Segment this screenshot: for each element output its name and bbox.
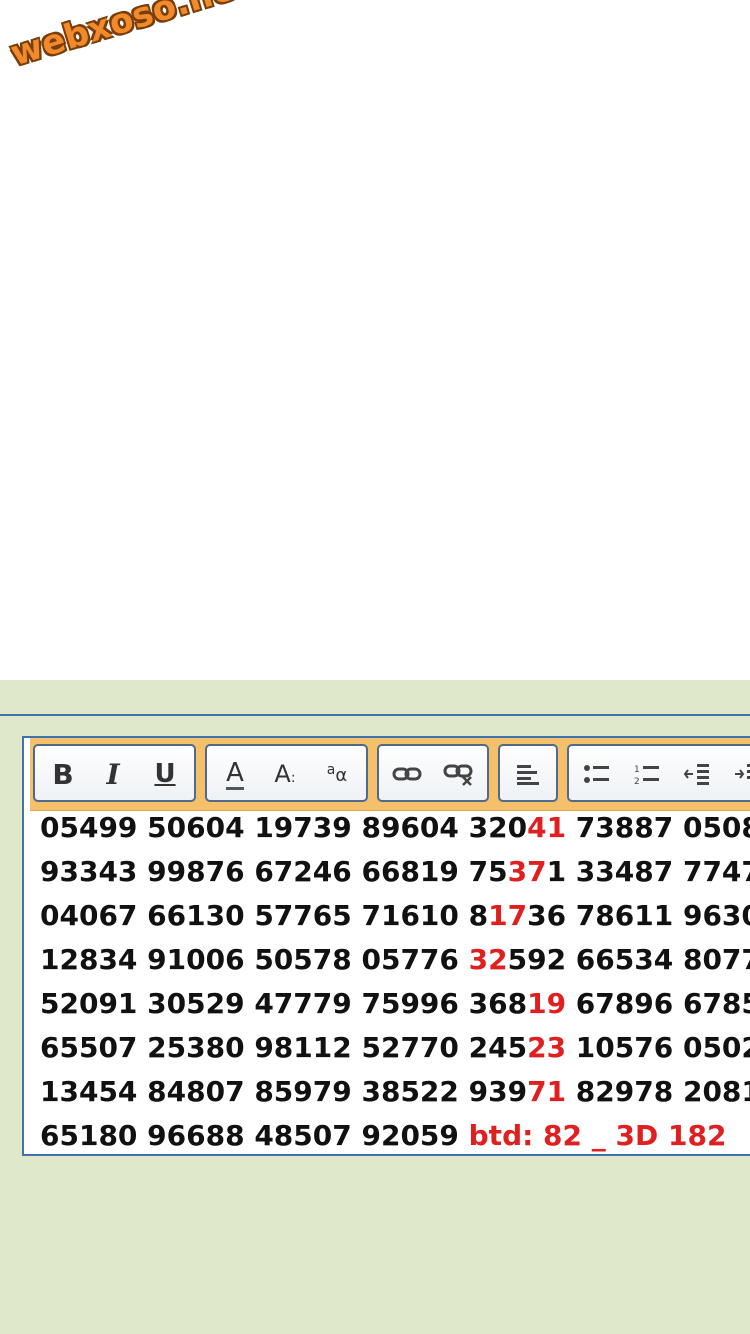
align-left-icon[interactable] — [508, 754, 548, 794]
canvas-area — [0, 0, 750, 680]
remove-format-icon[interactable]: aα — [317, 754, 357, 794]
svg-text:2: 2 — [634, 777, 640, 786]
number-line: 52091 30529 47779 75996 36819 67896 6785… — [40, 987, 750, 1020]
numbered-list-icon[interactable]: 1 2 — [627, 754, 667, 794]
editor-content[interactable]: 05499 50604 19739 89604 32041 73887 0508… — [40, 806, 750, 1158]
font-group: A A: aα — [205, 744, 368, 802]
align-group — [498, 744, 558, 802]
format-group: B I U — [33, 744, 196, 802]
link-group — [377, 744, 489, 802]
font-color-icon[interactable]: A — [215, 754, 255, 794]
highlighted-number: 71 — [527, 1075, 567, 1108]
highlighted-number: 41 — [527, 811, 567, 844]
svg-text:1: 1 — [634, 765, 640, 775]
font-size-icon[interactable]: A: — [265, 754, 305, 794]
number-line: 12834 91006 50578 05776 32592 66534 8077… — [40, 943, 750, 976]
prediction-note: btd: 82 _ 3D 182 — [468, 1119, 727, 1152]
indent-icon[interactable] — [727, 754, 750, 794]
bulleted-list-icon[interactable] — [577, 754, 617, 794]
link-icon[interactable] — [387, 754, 427, 794]
italic-icon[interactable]: I — [93, 754, 133, 794]
highlighted-number: 32 — [468, 943, 508, 976]
highlighted-number: 37 — [507, 855, 547, 888]
list-group: 1 2 — [567, 744, 750, 802]
highlighted-number: 23 — [527, 1031, 567, 1064]
number-line: 13454 84807 85979 38522 93971 82978 2081… — [40, 1075, 750, 1108]
highlighted-number: 19 — [527, 987, 567, 1020]
unlink-icon[interactable] — [439, 754, 479, 794]
outdent-icon[interactable] — [677, 754, 717, 794]
number-line: 05499 50604 19739 89604 32041 73887 0508… — [40, 811, 750, 844]
number-line: 04067 66130 57765 71610 81736 78611 9630… — [40, 899, 750, 932]
number-line: 65180 96688 48507 92059 btd: 82 _ 3D 182 — [40, 1119, 727, 1152]
editor-toolbar: B I U A A: aα 1 2 — [30, 738, 750, 811]
divider — [0, 714, 750, 716]
bold-icon[interactable]: B — [43, 754, 83, 794]
rich-text-editor[interactable]: B I U A A: aα 1 2 05499 50604 19739 8960… — [22, 736, 750, 1156]
number-line: 93343 99876 67246 66819 75371 33487 7747… — [40, 855, 750, 888]
number-line: 65507 25380 98112 52770 24523 10576 0502… — [40, 1031, 750, 1064]
highlighted-number: 17 — [488, 899, 528, 932]
underline-icon[interactable]: U — [145, 754, 185, 794]
